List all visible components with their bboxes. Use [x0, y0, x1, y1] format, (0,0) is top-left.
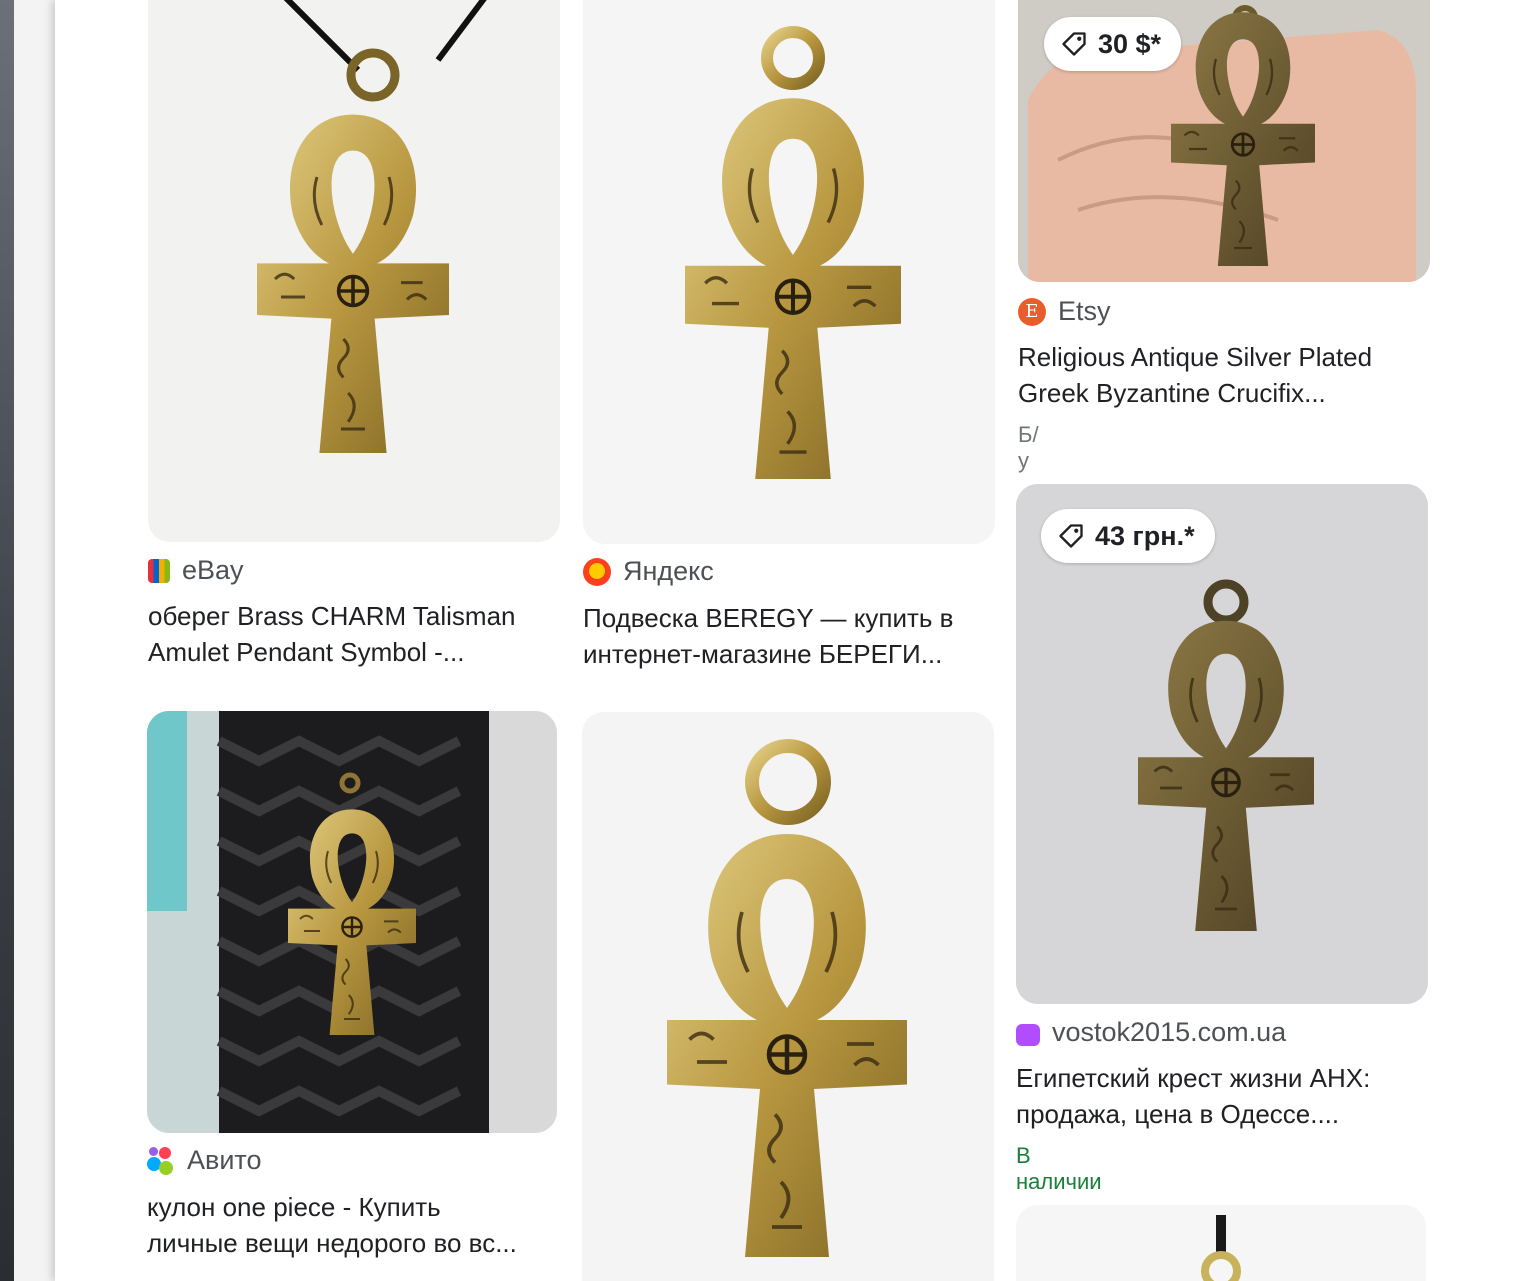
avito-icon: [147, 1146, 175, 1175]
result-source[interactable]: Яндекс: [583, 556, 714, 587]
result-source[interactable]: vostok2015.com.ua: [1016, 1017, 1286, 1048]
source-name: Яндекс: [623, 556, 714, 586]
result-image[interactable]: 30 $*: [1018, 0, 1430, 282]
result-source[interactable]: eBay: [148, 555, 244, 586]
ebay-bag-icon: [148, 558, 170, 583]
yandex-market-icon: [583, 557, 611, 586]
result-title[interactable]: оберег Brass CHARM Talisman Amulet Penda…: [148, 598, 558, 670]
shopping-bag-icon: [1016, 1023, 1040, 1046]
result-image[interactable]: [583, 0, 995, 544]
results-page: eBay оберег Brass CHARM Talisman Amulet …: [14, 0, 1525, 1281]
result-title[interactable]: кулон one piece - Купить личные вещи нед…: [147, 1189, 557, 1261]
source-name: Авито: [187, 1145, 262, 1175]
result-source[interactable]: E Etsy: [1018, 296, 1111, 327]
source-name: eBay: [182, 555, 244, 585]
result-image[interactable]: [582, 712, 994, 1281]
result-image[interactable]: [148, 0, 560, 542]
image-results-panel[interactable]: eBay оберег Brass CHARM Talisman Amulet …: [55, 0, 1525, 1281]
result-source[interactable]: Авито: [147, 1145, 262, 1176]
result-title[interactable]: Religious Antique Silver Plated Greek By…: [1018, 339, 1430, 411]
result-title[interactable]: Подвеска BEREGY — купить в интернет-мага…: [583, 600, 995, 672]
source-name: vostok2015.com.ua: [1052, 1017, 1287, 1047]
result-image[interactable]: 43 грн.*: [1016, 484, 1428, 1004]
source-name: Etsy: [1058, 296, 1111, 326]
price-tag-icon: [1059, 524, 1083, 548]
result-image[interactable]: [147, 711, 557, 1133]
availability-label: В наличии: [1016, 1143, 1102, 1194]
price-tag-icon: [1062, 32, 1086, 56]
price-badge: 30 $*: [1044, 17, 1182, 71]
result-title[interactable]: Египетский крест жизни АНХ: продажа, цен…: [1016, 1060, 1428, 1132]
price-badge: 43 грн.*: [1041, 509, 1215, 563]
condition-label: Б/у: [1018, 422, 1039, 473]
window-edge: [0, 0, 14, 1281]
result-image[interactable]: [1016, 1205, 1426, 1281]
etsy-icon: E: [1018, 297, 1046, 326]
